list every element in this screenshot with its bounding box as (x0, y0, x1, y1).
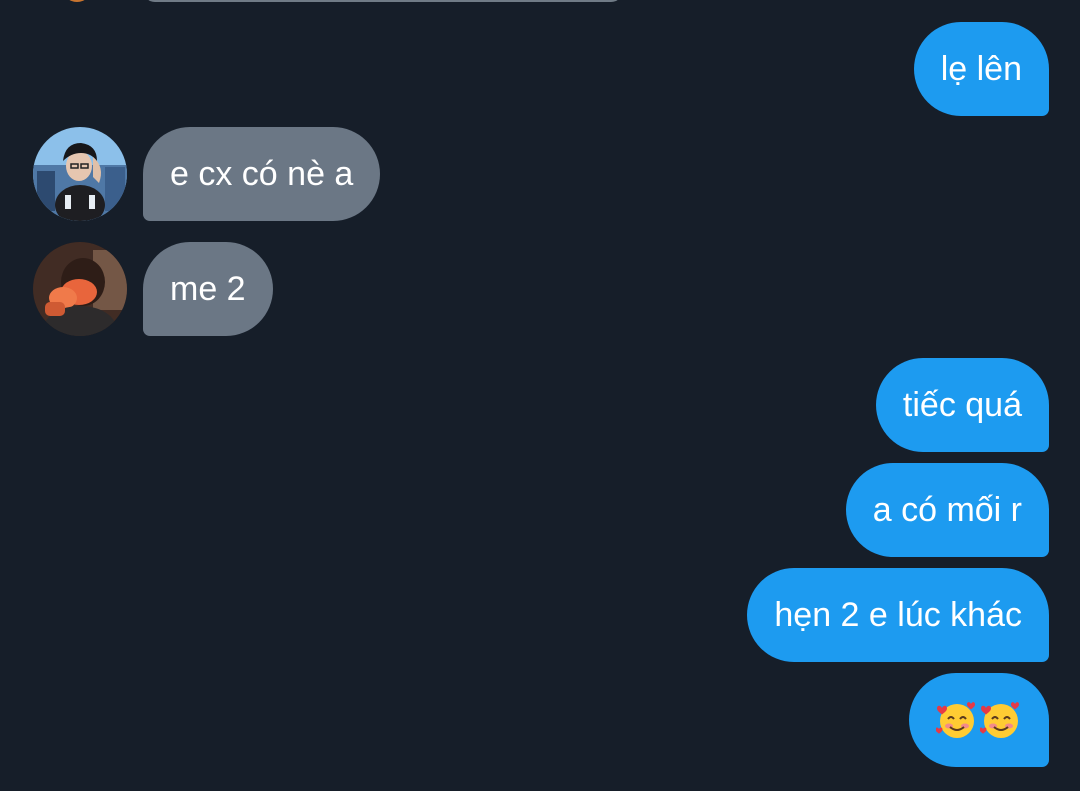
smiling-face-with-hearts-icon (980, 702, 1019, 738)
message-bubble-received[interactable]: me 2 (143, 242, 273, 336)
message-bubble-sent[interactable]: hẹn 2 e lúc khác (747, 568, 1049, 662)
message-bubble-received[interactable]: e cx có nè a (143, 127, 381, 221)
avatar-image (33, 127, 127, 221)
smiling-face-with-hearts-icon (936, 702, 975, 738)
message-bubble-sent[interactable]: a có mối r (845, 463, 1049, 557)
avatar[interactable] (33, 242, 127, 336)
avatar-partial (62, 0, 92, 2)
avatar-image (33, 242, 127, 336)
message-bubble-partial (143, 0, 623, 2)
message-bubble-sent[interactable]: lẹ lên (913, 22, 1049, 116)
message-bubble-sent[interactable]: tiếc quá (875, 358, 1049, 452)
message-bubble-sent-emoji[interactable] (909, 673, 1049, 767)
avatar[interactable] (33, 127, 127, 221)
